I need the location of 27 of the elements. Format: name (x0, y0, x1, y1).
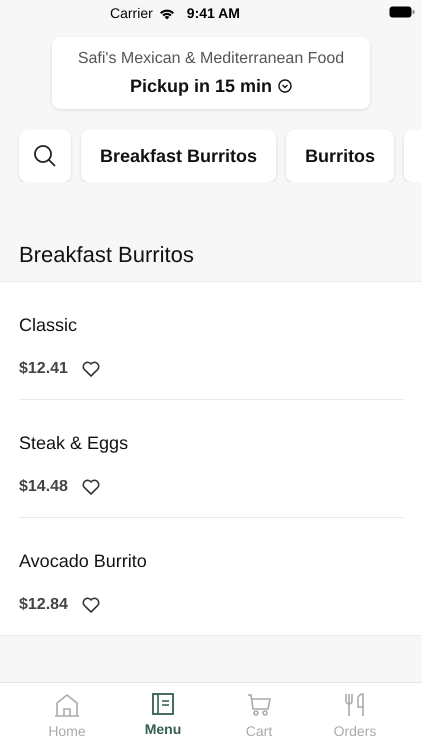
cart-icon (247, 693, 271, 717)
item-name[interactable]: Steak & Eggs (19, 430, 128, 457)
wifi-icon (158, 8, 175, 20)
heart-icon[interactable] (82, 479, 100, 495)
heart-icon[interactable] (82, 361, 100, 377)
item-price: $12.41 (19, 359, 68, 379)
carrier-label: Carrier (110, 4, 153, 23)
fork-knife-icon (344, 693, 366, 717)
section-title: Breakfast Burritos (19, 242, 194, 267)
item-price: $14.48 (19, 477, 68, 497)
item-name[interactable]: Classic (19, 312, 78, 339)
clock: 9:41 AM (186, 4, 240, 23)
pickup-selector[interactable]: Safi's Mexican & Mediterranean Food Pickup in 15 min (52, 37, 370, 109)
search-button[interactable] (19, 130, 71, 182)
category-chip[interactable]: Breakfast Burritos (81, 130, 276, 182)
book-icon (152, 693, 174, 715)
house-icon (54, 693, 80, 717)
search-icon (33, 144, 57, 168)
item-name[interactable]: Avocado Burrito (19, 548, 147, 575)
heart-icon[interactable] (82, 597, 100, 613)
battery-icon (389, 6, 415, 18)
restaurant-name: Safi's Mexican & Mediterranean Food (78, 48, 344, 68)
chevron-down-icon (278, 79, 292, 93)
tab-item[interactable]: Menu (115, 683, 211, 750)
category-chip[interactable]: Burritos (286, 130, 394, 182)
pickup-time: Pickup in 15 min (130, 74, 272, 98)
item-price: $12.84 (19, 595, 68, 615)
